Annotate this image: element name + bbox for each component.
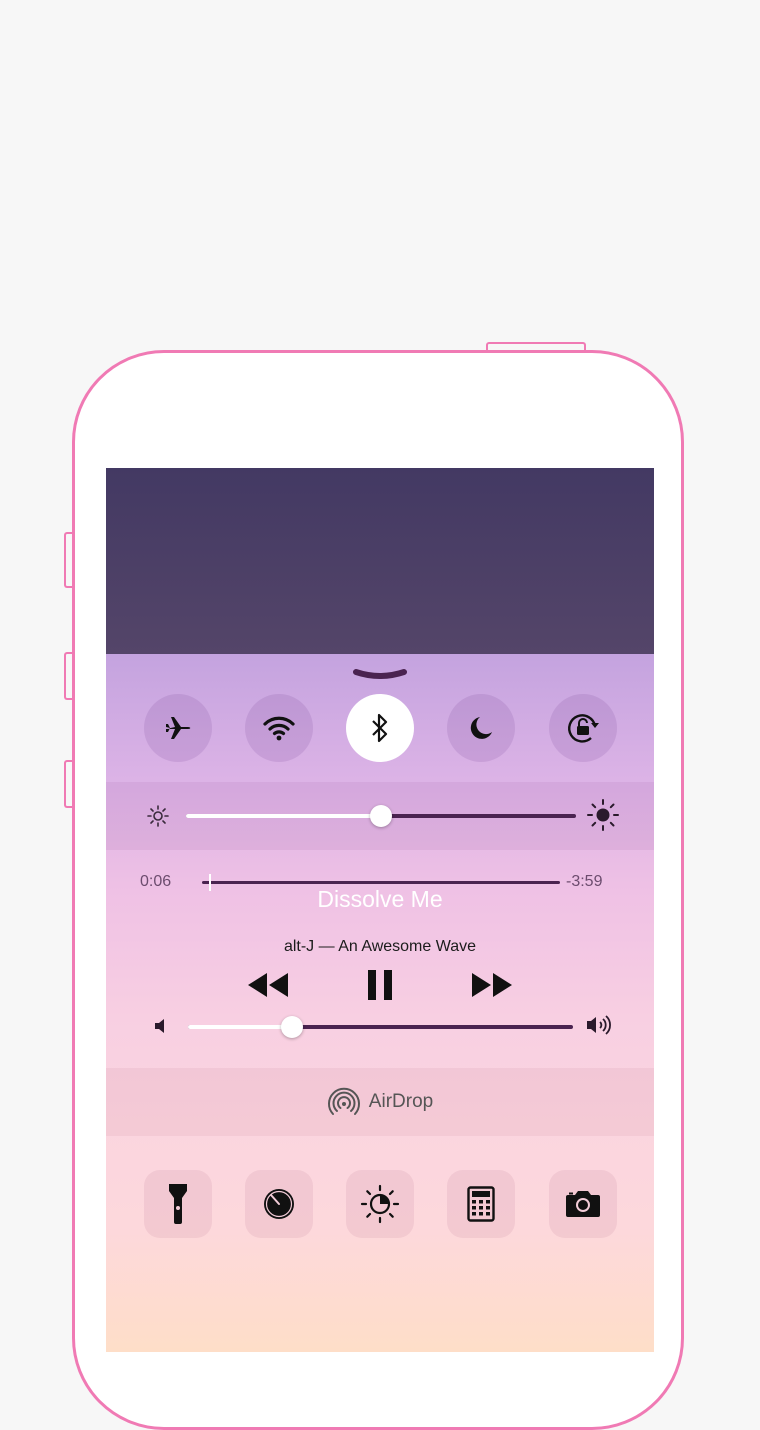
fast-forward-icon (472, 973, 512, 997)
bluetooth-icon (372, 713, 388, 743)
brightness-slider[interactable] (186, 805, 576, 827)
speaker-low-icon (155, 1019, 164, 1033)
song-artist-album: alt-J — An Awesome Wave (283, 938, 477, 955)
timer-button[interactable] (245, 1170, 313, 1238)
sun-small-icon (147, 805, 169, 827)
pause-button[interactable] (360, 966, 400, 1004)
volume-slider-fill (188, 1025, 292, 1029)
bluetooth-toggle[interactable] (346, 694, 414, 762)
airplane-icon (166, 717, 191, 739)
do-not-disturb-toggle[interactable] (447, 694, 515, 762)
calculator-icon (467, 1186, 495, 1222)
control-center: 0:06 -3:59 Dissolve Me alt-J — An Awesom… (106, 654, 654, 1352)
rewind-icon (248, 973, 288, 997)
flashlight-button[interactable] (144, 1170, 212, 1238)
wallpaper (106, 468, 654, 654)
brightness-slider-knob[interactable] (370, 805, 392, 827)
airdrop-section: AirDrop (106, 1068, 654, 1136)
night-shift-button[interactable] (346, 1170, 414, 1238)
grabber-chevron-icon[interactable] (353, 668, 407, 682)
airdrop-label: AirDrop (368, 1091, 434, 1112)
camera-icon (566, 1191, 600, 1217)
rewind-button[interactable] (244, 968, 292, 1002)
brightness-section (106, 782, 654, 850)
night-shift-icon (360, 1184, 400, 1224)
camera-button[interactable] (549, 1170, 617, 1238)
brightness-slider-fill (186, 814, 381, 818)
playback-scrubber[interactable] (202, 874, 560, 891)
volume-slider-knob[interactable] (280, 1016, 303, 1038)
connectivity-toggles (106, 694, 654, 764)
quick-tools (106, 1170, 654, 1240)
airdrop-icon (327, 1087, 360, 1115)
wifi-icon (263, 716, 295, 741)
wifi-toggle[interactable] (245, 694, 313, 762)
moon-icon (470, 717, 492, 739)
timer-icon (264, 1189, 294, 1219)
airdrop-button[interactable]: AirDrop (106, 1068, 654, 1136)
rotation-lock-toggle[interactable] (549, 694, 617, 762)
song-title: Dissolve Me (317, 886, 443, 912)
sun-large-icon (587, 799, 619, 831)
calculator-button[interactable] (447, 1170, 515, 1238)
speaker-high-icon (587, 1015, 611, 1035)
volume-slider[interactable] (188, 1016, 573, 1038)
phone-screen: 0:06 -3:59 Dissolve Me alt-J — An Awesom… (106, 468, 654, 1352)
airplane-mode-toggle[interactable] (144, 694, 212, 762)
fast-forward-button[interactable] (468, 968, 516, 1002)
rotation-lock-icon (568, 714, 599, 743)
flashlight-icon (169, 1184, 187, 1224)
pause-icon (368, 970, 392, 1000)
